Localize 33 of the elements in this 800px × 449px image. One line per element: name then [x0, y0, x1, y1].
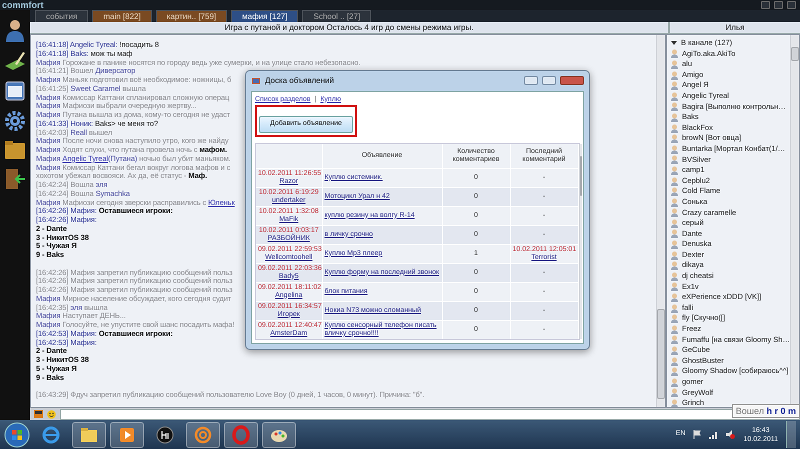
channel-topic: Игра с путаной и доктором Осталось 4 игр до смены режима игры.: [224, 22, 474, 33]
status-user: h r 0 m: [766, 406, 796, 416]
smiley-icon[interactable]: [47, 410, 56, 418]
exit-door-icon[interactable]: [4, 168, 26, 190]
at-sign-icon: [193, 424, 213, 444]
start-button-icon[interactable]: [4, 422, 30, 448]
chat-scrollbar[interactable]: [656, 35, 665, 407]
status-label: Вошел: [736, 406, 764, 416]
speaker-muted-icon[interactable]: [726, 430, 736, 439]
chat-tab[interactable]: мафия [127]: [231, 10, 298, 22]
pen-icon[interactable]: [3, 50, 27, 72]
folder-icon[interactable]: [4, 140, 26, 160]
board-icon: [251, 76, 261, 86]
chat-tab[interactable]: School .. [27]: [302, 10, 372, 22]
user-list-scrollbar[interactable]: [790, 35, 799, 407]
window-icon[interactable]: [4, 80, 26, 102]
chat-tab[interactable]: события: [35, 10, 88, 22]
taskbar-button[interactable]: [110, 422, 144, 448]
table-scrollbar[interactable]: [578, 144, 582, 339]
ring-icon: [231, 424, 251, 444]
chat-tab[interactable]: main [822]: [92, 10, 152, 22]
globe-icon: [41, 424, 61, 444]
user-icon[interactable]: [4, 18, 26, 42]
expanded-caret-icon[interactable]: [671, 40, 677, 46]
dialog-title: Доска объявлений: [265, 74, 334, 87]
message-input[interactable]: [60, 408, 800, 420]
show-desktop-button[interactable]: [786, 421, 796, 448]
chat-tab[interactable]: картин.. [759]: [156, 10, 228, 22]
signal-icon[interactable]: [709, 430, 718, 438]
gear-icon[interactable]: [4, 110, 26, 132]
image-icon[interactable]: [34, 410, 43, 418]
app-logo: commfort: [1, 0, 44, 10]
flag-icon[interactable]: [693, 430, 702, 439]
